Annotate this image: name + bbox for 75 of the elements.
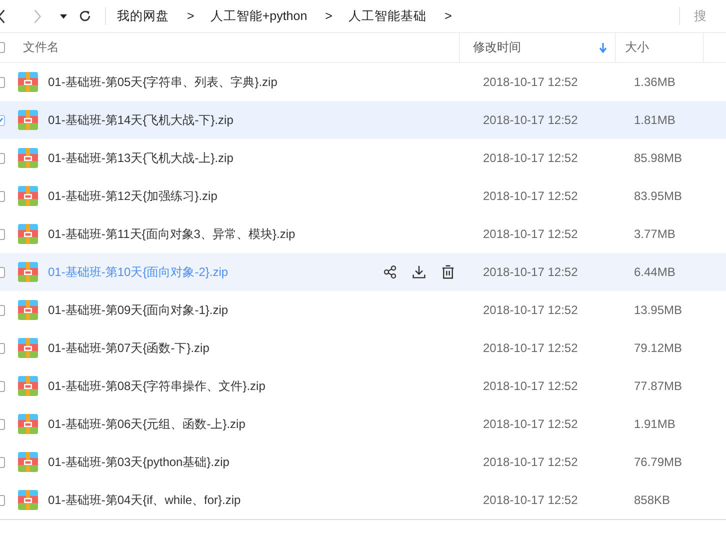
file-size: 1.36MB	[634, 75, 676, 89]
file-size: 13.95MB	[634, 303, 682, 317]
file-row[interactable]: 01-基础班-第03天{python基础}.zip 2018-10-17 12:52 76.79MB	[0, 443, 726, 481]
file-name[interactable]: 01-基础班-第04天{if、while、for}.zip	[48, 492, 241, 508]
file-size: 3.77MB	[634, 227, 676, 241]
file-row[interactable]: 01-基础班-第10天{面向对象-2}.zip 2018-10-17 12:52 6.44MB	[0, 253, 726, 291]
file-size: 6.44MB	[634, 265, 676, 279]
file-name[interactable]: 01-基础班-第05天{字符串、列表、字典}.zip	[48, 74, 278, 90]
file-row[interactable]: 01-基础班-第08天{字符串操作、文件}.zip 2018-10-17 12:52 77.87MB	[0, 367, 726, 405]
breadcrumb-link[interactable]: 人工智能基础	[348, 8, 426, 24]
caret-icon[interactable]	[60, 14, 67, 18]
modified-time: 2018-10-17 12:52	[483, 341, 578, 355]
file-row[interactable]: 01-基础班-第05天{字符串、列表、字典}.zip 2018-10-17 12:52 1.36MB	[0, 63, 726, 101]
file-row[interactable]: 01-基础班-第04天{if、while、for}.zip 2018-10-17 12:52 858KB	[0, 481, 726, 519]
file-size: 76.79MB	[634, 455, 682, 469]
file-name[interactable]: 01-基础班-第13天{飞机大战-上}.zip	[48, 150, 234, 166]
breadcrumb-link[interactable]: 我的网盘	[117, 8, 169, 24]
modified-time: 2018-10-17 12:52	[483, 75, 578, 89]
file-name[interactable]: 01-基础班-第06天{元组、函数-上}.zip	[48, 416, 246, 432]
file-name[interactable]: 01-基础班-第09天{面向对象-1}.zip	[48, 302, 228, 318]
file-name[interactable]: 01-基础班-第14天{飞机大战-下}.zip	[48, 112, 234, 128]
refresh-icon[interactable]	[78, 9, 92, 23]
column-header[interactable]: 大小	[625, 39, 649, 56]
file-size: 1.91MB	[634, 417, 676, 431]
file-row[interactable]: 01-基础班-第07天{函数-下}.zip 2018-10-17 12:52 79.12MB	[0, 329, 726, 367]
share-icon[interactable]	[383, 265, 397, 279]
file-size: 83.95MB	[634, 189, 682, 203]
modified-time: 2018-10-17 12:52	[483, 189, 578, 203]
breadcrumb-separator: >	[444, 9, 452, 23]
file-row[interactable]: 01-基础班-第12天{加强练习}.zip 2018-10-17 12:52 83.95MB	[0, 177, 726, 215]
modified-time: 2018-10-17 12:52	[483, 379, 578, 393]
archive-icon	[18, 186, 38, 206]
download-icon[interactable]	[412, 265, 426, 279]
file-size: 858KB	[634, 493, 670, 507]
file-row[interactable]: 01-基础班-第06天{元组、函数-上}.zip 2018-10-17 12:52 1.91MB	[0, 405, 726, 443]
file-name[interactable]: 01-基础班-第07天{函数-下}.zip	[48, 340, 210, 356]
archive-icon	[18, 262, 38, 282]
modified-time: 2018-10-17 12:52	[483, 227, 578, 241]
column-header[interactable]: 修改时间	[473, 39, 521, 56]
archive-icon	[18, 300, 38, 320]
file-name[interactable]: 01-基础班-第12天{加强练习}.zip	[48, 188, 218, 204]
file-row[interactable]: 01-基础班-第09天{面向对象-1}.zip 2018-10-17 12:52 13.95MB	[0, 291, 726, 329]
archive-icon	[18, 338, 38, 358]
search-field[interactable]: 搜	[694, 9, 726, 23]
archive-icon	[18, 224, 38, 244]
archive-icon	[18, 414, 38, 434]
breadcrumb-separator: >	[325, 9, 332, 23]
file-name[interactable]: 01-基础班-第11天{面向对象3、异常、模块}.zip	[48, 226, 296, 242]
file-row[interactable]: 01-基础班-第14天{飞机大战-下}.zip 2018-10-17 12:52 1.81MB	[0, 101, 726, 139]
sort-arrow-icon[interactable]	[599, 42, 607, 52]
modified-time: 2018-10-17 12:52	[483, 417, 578, 431]
trash-icon[interactable]	[441, 265, 455, 279]
modified-time: 2018-10-17 12:52	[483, 303, 578, 317]
archive-icon	[18, 72, 38, 92]
file-name[interactable]: 01-基础班-第03天{python基础}.zip	[48, 454, 230, 470]
file-row[interactable]: 01-基础班-第13天{飞机大战-上}.zip 2018-10-17 12:52 85.98MB	[0, 139, 726, 177]
modified-time: 2018-10-17 12:52	[483, 151, 578, 165]
archive-icon	[18, 110, 38, 130]
file-size: 85.98MB	[634, 151, 682, 165]
modified-time: 2018-10-17 12:52	[483, 455, 578, 469]
archive-icon	[18, 148, 38, 168]
archive-icon	[18, 452, 38, 472]
modified-time: 2018-10-17 12:52	[483, 493, 578, 507]
breadcrumb-link[interactable]: 人工智能+python	[210, 8, 308, 24]
breadcrumb-separator: >	[187, 9, 194, 23]
archive-icon	[18, 490, 38, 510]
file-name[interactable]: 01-基础班-第08天{字符串操作、文件}.zip	[48, 378, 266, 394]
file-size: 77.87MB	[634, 379, 682, 393]
file-size: 1.81MB	[634, 113, 676, 127]
file-size: 79.12MB	[634, 341, 682, 355]
modified-time: 2018-10-17 12:52	[483, 265, 578, 279]
column-header[interactable]: 文件名	[23, 39, 59, 56]
file-row[interactable]: 01-基础班-第11天{面向对象3、异常、模块}.zip 2018-10-17 12:52 3.77MB	[0, 215, 726, 253]
modified-time: 2018-10-17 12:52	[483, 113, 578, 127]
archive-icon	[18, 376, 38, 396]
